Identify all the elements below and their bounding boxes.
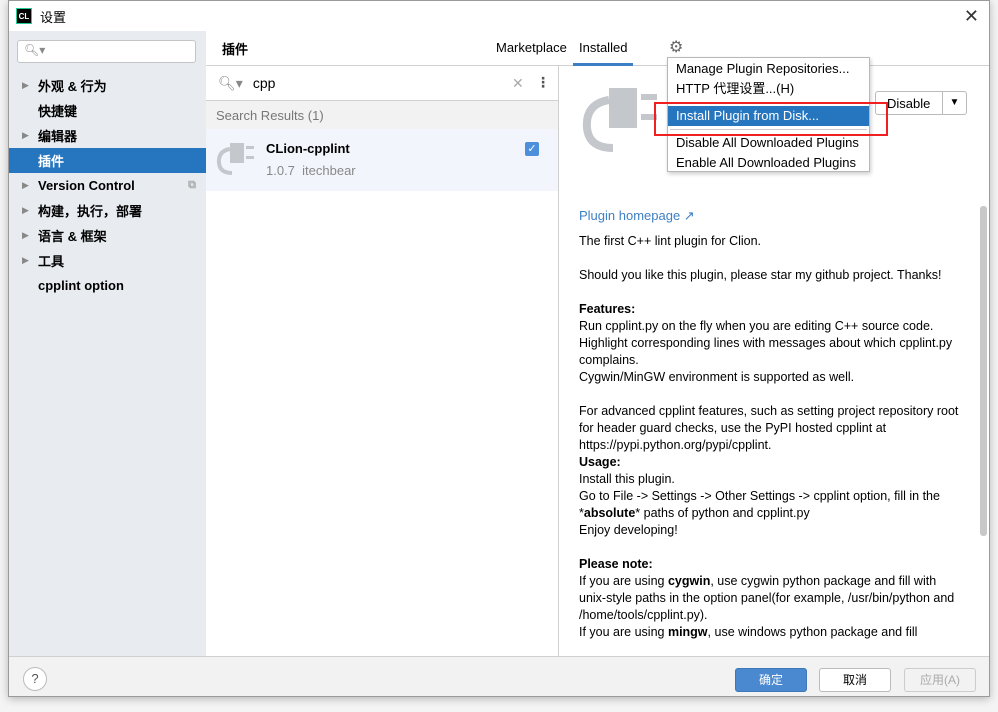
highlight-box — [654, 102, 888, 136]
sidebar-item-label: 快捷键 — [38, 104, 78, 119]
sidebar-item[interactable]: 插件 — [9, 148, 206, 173]
settings-nav: ▶ 外观 & 行为 快捷键 ▶ 编辑器插件 ▶ Version Control ⧉ ▶ 构建，执行… — [9, 73, 206, 298]
search-icon: 🔍︎▾ — [218, 74, 243, 91]
expand-arrow-icon[interactable]: ▶ — [22, 230, 29, 241]
more-options-icon[interactable]: ⋮ — [536, 74, 550, 91]
menu-item-enable-all[interactable]: Enable All Downloaded Plugins — [668, 153, 869, 173]
search-icon: 🔍︎▾ — [24, 43, 46, 57]
cancel-button[interactable]: 取消 — [819, 668, 891, 692]
sidebar-item-label: 插件 — [38, 154, 65, 169]
plugin-enabled-checkbox[interactable]: ✓ — [525, 142, 539, 156]
plugin-icon — [216, 143, 254, 175]
project-settings-icon: ⧉ — [188, 179, 196, 191]
scrollbar[interactable] — [980, 206, 987, 536]
sidebar-item[interactable]: ▶ 构建，执行，部署 — [9, 198, 206, 223]
help-button[interactable]: ? — [23, 667, 47, 691]
menu-item-http-proxy[interactable]: HTTP 代理设置...(H) — [668, 79, 869, 99]
sidebar-item[interactable]: 快捷键 — [9, 98, 206, 123]
expand-arrow-icon[interactable]: ▶ — [22, 255, 29, 266]
apply-button[interactable]: 应用(A) — [904, 668, 976, 692]
page-title: 插件 — [222, 42, 249, 57]
plugin-name: CLion-cpplint — [266, 141, 350, 156]
sidebar-item-label: cpplint option — [38, 278, 124, 293]
sidebar-item[interactable]: ▶ Version Control ⧉ — [9, 173, 206, 198]
plugin-description: The first C++ lint plugin for Clion. Sho… — [579, 234, 959, 639]
plugin-list-panel: 🔍︎▾ cpp ✕ ⋮ Search Results (1) CLion-cpp… — [206, 66, 559, 656]
menu-item-manage-repositories[interactable]: Manage Plugin Repositories... — [668, 59, 869, 79]
disable-button[interactable]: Disable ▼ — [875, 91, 967, 115]
plugins-header: 插件 Marketplace Installed ⚙ — [206, 31, 989, 66]
sidebar-search-input[interactable]: 🔍︎▾ — [17, 40, 196, 63]
clear-icon[interactable]: ✕ — [512, 75, 524, 92]
plugin-large-icon — [582, 88, 657, 152]
menu-item-disable-all[interactable]: Disable All Downloaded Plugins — [668, 133, 869, 153]
tab-installed[interactable]: Installed — [572, 40, 634, 66]
expand-arrow-icon[interactable]: ▶ — [22, 80, 29, 91]
sidebar-item[interactable]: ▶ 外观 & 行为 — [9, 73, 206, 98]
sidebar-item[interactable]: ▶ 语言 & 框架 — [9, 223, 206, 248]
sidebar-item-label: 工具 — [38, 254, 65, 269]
clion-logo: CL — [16, 8, 32, 24]
tab-marketplace[interactable]: Marketplace — [496, 40, 567, 55]
plugin-list-item[interactable]: CLion-cpplint 1.0.7 itechbear ✓ — [206, 129, 558, 191]
plugin-meta: 1.0.7 itechbear — [266, 163, 356, 178]
chevron-down-icon: ▼ — [942, 92, 966, 114]
expand-arrow-icon[interactable]: ▶ — [22, 205, 29, 216]
gear-icon[interactable]: ⚙ — [669, 37, 683, 57]
plugin-search[interactable]: 🔍︎▾ cpp ✕ ⋮ — [206, 66, 558, 101]
sidebar: 🔍︎▾ ▶ 外观 & 行为 快捷键 ▶ 编辑器插件 ▶ Version Control ⧉ ▶ 构… — [9, 31, 206, 656]
plugin-homepage-link[interactable]: Plugin homepage ↗ — [579, 208, 695, 224]
dialog-footer: ? 确定 取消 应用(A) — [9, 656, 989, 696]
sidebar-item-label: 编辑器 — [38, 129, 78, 144]
ok-button[interactable]: 确定 — [735, 668, 807, 692]
search-input[interactable]: cpp — [253, 75, 276, 91]
search-results-header: Search Results (1) — [206, 101, 558, 129]
sidebar-item-label: 外观 & 行为 — [38, 79, 107, 94]
sidebar-item[interactable]: cpplint option — [9, 273, 206, 298]
sidebar-item-label: Version Control — [38, 178, 135, 193]
sidebar-item-label: 构建，执行，部署 — [38, 204, 143, 219]
title-bar: CL 设置 ✕ — [9, 1, 989, 31]
expand-arrow-icon[interactable]: ▶ — [22, 180, 29, 191]
sidebar-item-label: 语言 & 框架 — [38, 229, 107, 244]
close-icon[interactable]: ✕ — [964, 6, 979, 27]
window-title: 设置 — [40, 9, 67, 25]
sidebar-item[interactable]: ▶ 编辑器 — [9, 123, 206, 148]
sidebar-item[interactable]: ▶ 工具 — [9, 248, 206, 273]
expand-arrow-icon[interactable]: ▶ — [22, 130, 29, 141]
